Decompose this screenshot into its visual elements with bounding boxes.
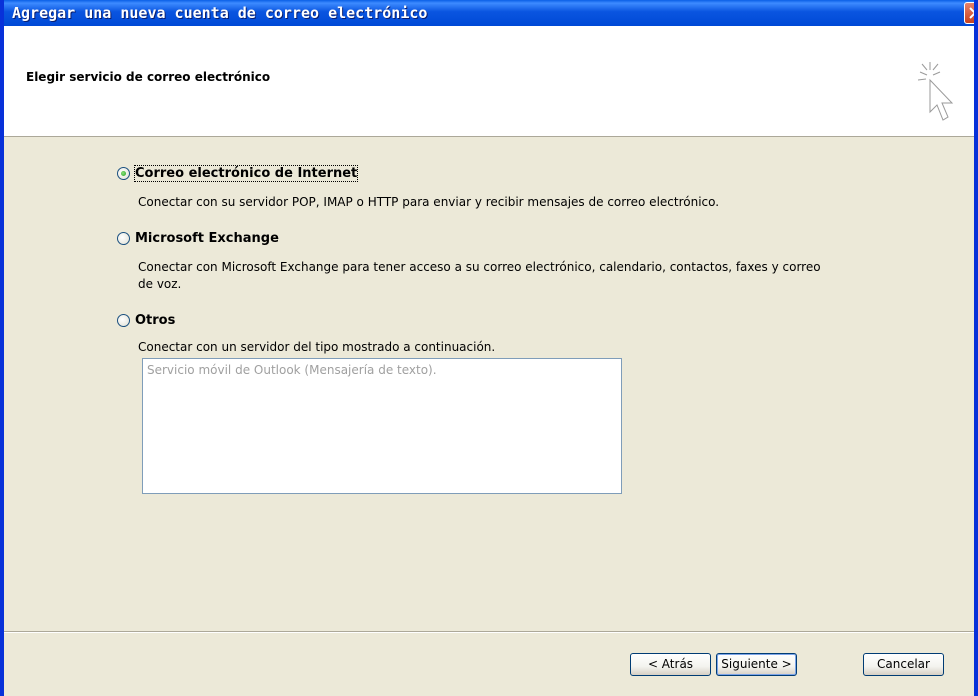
list-item: Servicio móvil de Outlook (Mensajería de… (147, 363, 437, 377)
wizard-header: Elegir servicio de correo electrónico (4, 26, 974, 137)
footer-separator (4, 631, 974, 633)
close-icon (969, 7, 974, 19)
radio-label-microsoft-exchange[interactable]: Microsoft Exchange (135, 231, 279, 246)
radio-button-internet-email[interactable] (117, 167, 130, 180)
radio-microsoft-exchange[interactable]: Microsoft Exchange (117, 231, 279, 246)
next-button[interactable]: Siguiente > (716, 653, 797, 676)
radio-otros[interactable]: Otros (117, 313, 175, 328)
wizard-cursor-sparkle-icon (917, 62, 954, 121)
radio-internet-email[interactable]: Correo electrónico de Internet (117, 165, 359, 182)
description-internet-email: Conectar con su servidor POP, IMAP o HTT… (138, 195, 720, 209)
back-button[interactable]: < Atrás (630, 653, 711, 676)
radio-label-internet-email[interactable]: Correo electrónico de Internet (133, 165, 359, 182)
close-button[interactable] (964, 2, 974, 24)
radio-button-microsoft-exchange[interactable] (117, 232, 130, 245)
description-microsoft-exchange-line2: de voz. (138, 277, 182, 291)
other-services-listbox[interactable]: Servicio móvil de Outlook (Mensajería de… (142, 358, 622, 494)
description-otros: Conectar con un servidor del tipo mostra… (138, 340, 496, 354)
radio-button-otros[interactable] (117, 314, 130, 327)
description-microsoft-exchange-line1: Conectar con Microsoft Exchange para ten… (138, 260, 821, 274)
page-title: Elegir servicio de correo electrónico (26, 70, 271, 84)
radio-label-otros[interactable]: Otros (135, 313, 175, 328)
title-bar[interactable]: Agregar una nueva cuenta de correo elect… (4, 0, 974, 26)
dialog-window: Agregar una nueva cuenta de correo elect… (0, 0, 978, 696)
cancel-button[interactable]: Cancelar (863, 653, 944, 676)
window-title: Agregar una nueva cuenta de correo elect… (12, 4, 428, 22)
